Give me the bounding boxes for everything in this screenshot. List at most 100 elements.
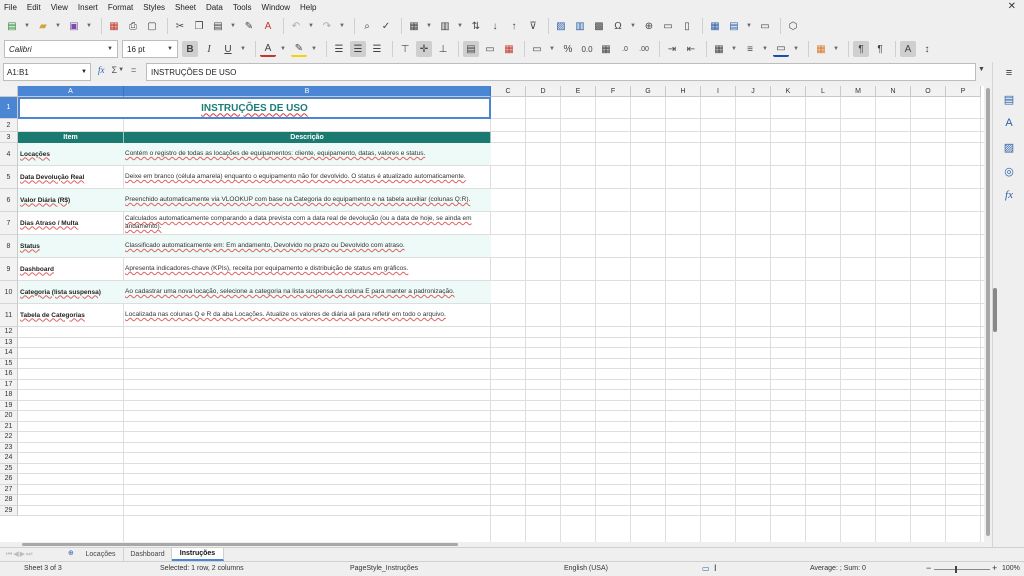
- merge-center-icon[interactable]: ▭: [482, 41, 498, 57]
- align-center-icon[interactable]: ☰: [350, 41, 366, 57]
- delete-decimal-place-icon[interactable]: .00: [636, 41, 652, 57]
- row-header-19[interactable]: 19: [0, 400, 18, 411]
- decrease-indent-icon[interactable]: ⇤: [683, 41, 699, 57]
- column-header-l[interactable]: L: [806, 86, 841, 97]
- column-header-f[interactable]: F: [596, 86, 631, 97]
- row-header-8[interactable]: 8: [0, 235, 18, 258]
- column-header-a[interactable]: A: [18, 86, 124, 97]
- sort-ascending-icon[interactable]: ↓: [487, 18, 503, 34]
- vertical-scrollbar[interactable]: [984, 86, 992, 542]
- format-as-date-icon[interactable]: ▦: [598, 41, 614, 57]
- hyperlink-icon[interactable]: ⊕: [641, 18, 657, 34]
- description-cell[interactable]: Calculados automaticamente comparando a …: [125, 212, 489, 234]
- insert-chart-icon[interactable]: ▥: [572, 18, 588, 34]
- left-to-right-icon[interactable]: ¶: [853, 41, 869, 57]
- row-header-23[interactable]: 23: [0, 442, 18, 453]
- special-character-dropdown-icon[interactable]: ▼: [629, 18, 637, 34]
- underline-dropdown-icon[interactable]: ▼: [239, 41, 247, 57]
- bold-icon[interactable]: B: [182, 41, 198, 57]
- redo-icon[interactable]: ↷: [319, 18, 335, 34]
- align-right-icon[interactable]: ☰: [369, 41, 385, 57]
- format-as-number-icon[interactable]: 0.0: [579, 41, 595, 57]
- align-vertical-center-icon[interactable]: ✛: [416, 41, 432, 57]
- status-zoom[interactable]: 100%: [1002, 565, 1020, 572]
- find-replace-icon[interactable]: ⌕: [359, 18, 375, 34]
- font-name-box[interactable]: Calibri ▼: [4, 40, 118, 58]
- description-cell[interactable]: Preenchido automaticamente via VLOOKUP c…: [125, 189, 489, 211]
- italic-icon[interactable]: I: [201, 41, 217, 57]
- row-header-26[interactable]: 26: [0, 474, 18, 485]
- cut-icon[interactable]: ✂: [172, 18, 188, 34]
- functions-icon[interactable]: fx: [1002, 188, 1016, 202]
- menu-item-help[interactable]: Help: [300, 3, 316, 12]
- save-icon[interactable]: ▣: [66, 18, 82, 34]
- row-header-27[interactable]: 27: [0, 484, 18, 495]
- redo-dropdown-icon[interactable]: ▼: [338, 18, 346, 34]
- clone-formatting-icon[interactable]: ✎: [241, 18, 257, 34]
- border-color-icon[interactable]: ▭: [773, 41, 789, 57]
- name-box-dropdown-icon[interactable]: ▼: [81, 69, 87, 75]
- menu-item-view[interactable]: View: [51, 3, 68, 12]
- column-icon[interactable]: ▥: [437, 18, 453, 34]
- spreadsheet-grid[interactable]: A B C D E F G H I J K L M N O P 1 2 3 4 5 6 7 8 9 10 11 12 13 14 15 16 1…: [0, 86, 984, 542]
- item-cell[interactable]: Status: [20, 235, 124, 257]
- highlight-dropdown-icon[interactable]: ▼: [310, 41, 318, 57]
- print-preview-icon[interactable]: ▢: [144, 18, 160, 34]
- row-header-29[interactable]: 29: [0, 505, 18, 516]
- item-cell[interactable]: Dashboard: [20, 258, 124, 280]
- zoom-in-icon[interactable]: +: [992, 563, 997, 573]
- unmerge-cells-icon[interactable]: ▦: [501, 41, 517, 57]
- zoom-slider[interactable]: [934, 569, 990, 570]
- new-document-icon[interactable]: ▤: [4, 18, 20, 34]
- vertical-scroll-thumb[interactable]: [986, 88, 990, 536]
- horizontal-scroll-thumb[interactable]: [22, 543, 458, 546]
- sheet-navigation-icons[interactable]: ⏮◀▶⏭: [6, 550, 33, 559]
- close-document-icon[interactable]: ✕: [1008, 1, 1016, 12]
- text-orientation-vertical-icon[interactable]: ↕: [919, 41, 935, 57]
- description-cell[interactable]: Deixe em branco (célula amarela) enquant…: [125, 166, 489, 188]
- sort-icon[interactable]: ⇅: [468, 18, 484, 34]
- properties-icon[interactable]: ▤: [1002, 92, 1016, 106]
- font-color-dropdown-icon[interactable]: ▼: [279, 41, 287, 57]
- highlight-color-icon[interactable]: ✎: [291, 41, 307, 57]
- align-left-icon[interactable]: ☰: [331, 41, 347, 57]
- increase-indent-icon[interactable]: ⇥: [664, 41, 680, 57]
- row-header-10[interactable]: 10: [0, 281, 18, 304]
- row-header-13[interactable]: 13: [0, 337, 18, 348]
- column-header-n[interactable]: N: [876, 86, 911, 97]
- show-draw-functions-icon[interactable]: ⬡: [785, 18, 801, 34]
- status-page-style[interactable]: PageStyle_Instruções: [350, 565, 418, 572]
- column-header-k[interactable]: K: [771, 86, 806, 97]
- undo-icon[interactable]: ↶: [288, 18, 304, 34]
- row-header-24[interactable]: 24: [0, 453, 18, 464]
- underline-icon[interactable]: U: [220, 41, 236, 57]
- header-footer-icon[interactable]: ▯: [679, 18, 695, 34]
- item-cell[interactable]: Data Devolução Real: [20, 166, 124, 188]
- autofilter-icon[interactable]: ⊽: [525, 18, 541, 34]
- zoom-out-icon[interactable]: −: [926, 563, 931, 573]
- column-header-e[interactable]: E: [561, 86, 596, 97]
- row-header-6[interactable]: 6: [0, 189, 18, 212]
- currency-dropdown-icon[interactable]: ▼: [548, 41, 556, 57]
- right-to-left-icon[interactable]: ¶: [872, 41, 888, 57]
- borders-icon[interactable]: ▦: [711, 41, 727, 57]
- add-sheet-icon[interactable]: ⊕: [68, 549, 74, 557]
- print-icon[interactable]: ⎙: [125, 18, 141, 34]
- item-cell[interactable]: Locações: [20, 143, 124, 165]
- status-language[interactable]: English (USA): [564, 565, 608, 572]
- column-header-j[interactable]: J: [736, 86, 771, 97]
- item-cell[interactable]: Tabela de Categorias: [20, 304, 124, 326]
- row-header-5[interactable]: 5: [0, 166, 18, 189]
- open-dropdown-icon[interactable]: ▼: [54, 18, 62, 34]
- row-icon[interactable]: ▦: [406, 18, 422, 34]
- text-orientation-horizontal-icon[interactable]: A: [900, 41, 916, 57]
- menu-item-format[interactable]: Format: [108, 3, 133, 12]
- description-cell[interactable]: Localizada nas colunas Q e R da aba Loca…: [125, 304, 489, 326]
- function-wizard-icon[interactable]: fx: [98, 65, 105, 75]
- row-header-4[interactable]: 4: [0, 143, 18, 166]
- row-header-9[interactable]: 9: [0, 258, 18, 281]
- row-header-17[interactable]: 17: [0, 379, 18, 390]
- export-pdf-icon[interactable]: ▦: [106, 18, 122, 34]
- item-cell[interactable]: Valor Diária (R$): [20, 189, 124, 211]
- border-style-icon[interactable]: ≡: [742, 41, 758, 57]
